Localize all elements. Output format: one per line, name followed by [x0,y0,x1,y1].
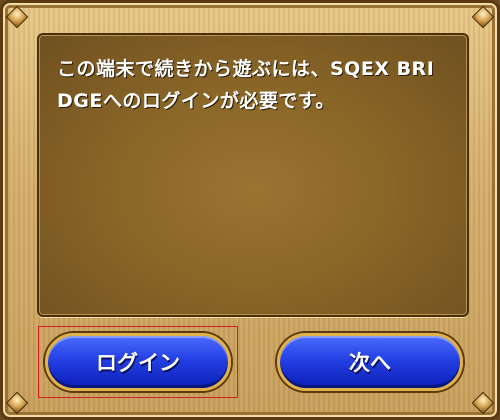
dialog-frame: この端末で続きから遊ぶには、SQEX BRIDGEへのログインが必要です。 ログ… [0,0,500,420]
message-panel: この端末で続きから遊ぶには、SQEX BRIDGEへのログインが必要です。 [37,33,469,317]
corner-ornament [5,391,29,415]
corner-ornament [5,5,29,29]
dialog-message: この端末で続きから遊ぶには、SQEX BRIDGEへのログインが必要です。 [57,58,435,112]
corner-ornament [471,391,495,415]
next-button[interactable]: 次へ [277,333,463,391]
login-button[interactable]: ログイン [45,333,231,391]
next-button-label: 次へ [349,351,391,375]
corner-ornament [471,5,495,29]
login-button-label: ログイン [96,351,180,375]
